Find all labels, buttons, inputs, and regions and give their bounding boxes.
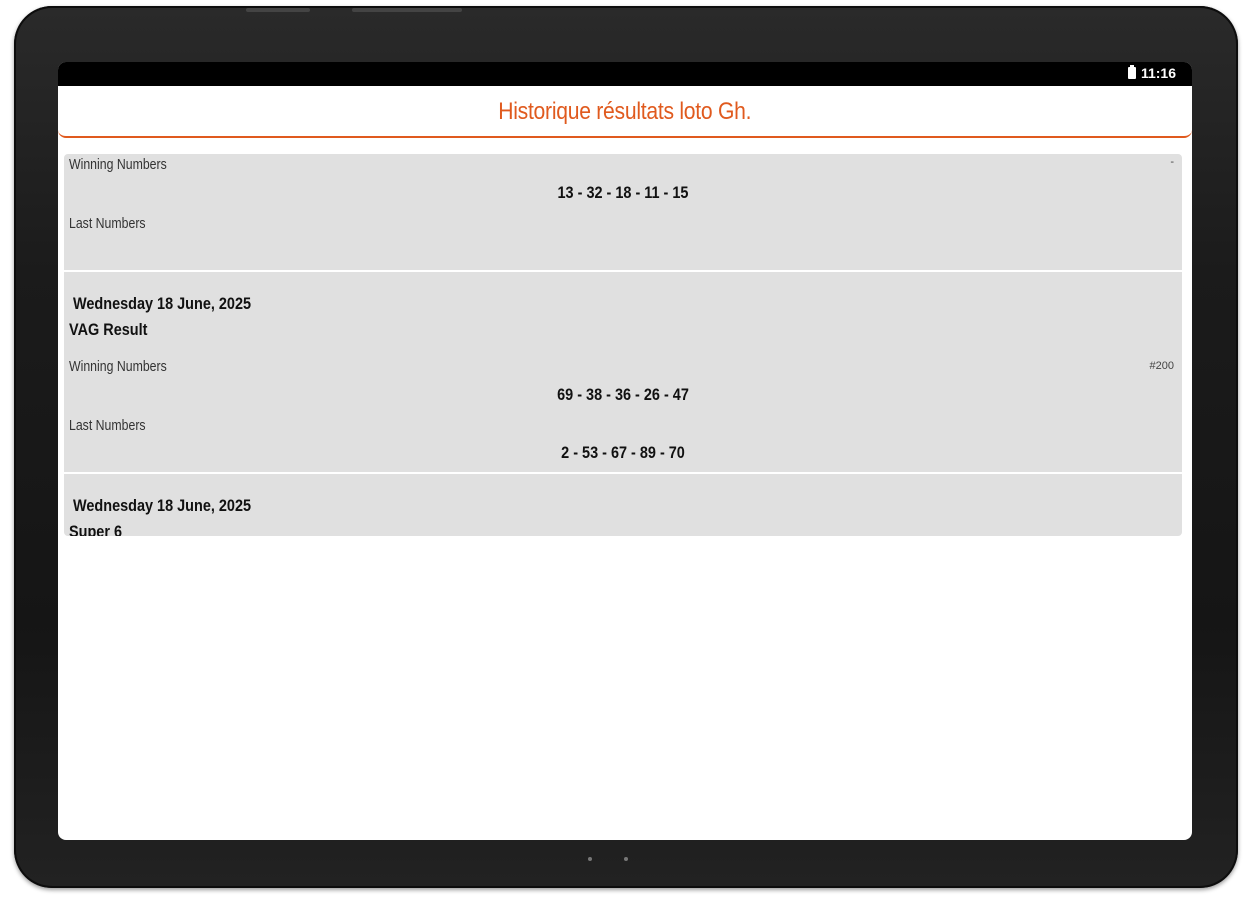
results-list[interactable]: Winning Numbers - 13 - 32 - 18 - 11 - 15… [64, 154, 1182, 536]
navigation-bar [58, 840, 1192, 880]
winning-numbers-label: Winning Numbers [69, 156, 167, 173]
status-time: 11:16 [1140, 65, 1176, 81]
volume-button [246, 8, 310, 12]
nav-home-icon[interactable] [624, 857, 628, 861]
draw-number: - [1170, 156, 1174, 168]
winning-numbers: 69 - 38 - 36 - 26 - 47 [557, 385, 689, 404]
game-name: Super 6 [69, 522, 123, 536]
last-numbers-label: Last Numbers [69, 215, 146, 232]
result-card[interactable]: Winning Numbers - 13 - 32 - 18 - 11 - 15… [64, 154, 1182, 270]
nav-back-icon[interactable] [588, 857, 592, 861]
screen: 11:16 Historique résultats loto Gh. Winn… [58, 62, 1192, 840]
page-title: Historique résultats loto Gh. [498, 98, 752, 125]
app-header: Historique résultats loto Gh. [58, 86, 1192, 138]
draw-number: #200 [1149, 360, 1174, 372]
power-button [352, 8, 462, 12]
result-date: Wednesday 18 June, 2025 [73, 496, 252, 515]
result-card[interactable]: Wednesday 18 June, 2025 Super 6 [64, 474, 1182, 536]
result-card[interactable]: Wednesday 18 June, 2025 VAG Result Winni… [64, 272, 1182, 472]
last-numbers-label: Last Numbers [69, 417, 146, 434]
game-name: VAG Result [69, 320, 148, 339]
last-numbers: 2 - 53 - 67 - 89 - 70 [561, 443, 685, 462]
winning-numbers-label: Winning Numbers [69, 358, 167, 375]
battery-icon [1127, 65, 1136, 79]
winning-numbers: 13 - 32 - 18 - 11 - 15 [557, 183, 689, 202]
status-bar: 11:16 [58, 62, 1192, 86]
result-date: Wednesday 18 June, 2025 [73, 294, 252, 313]
